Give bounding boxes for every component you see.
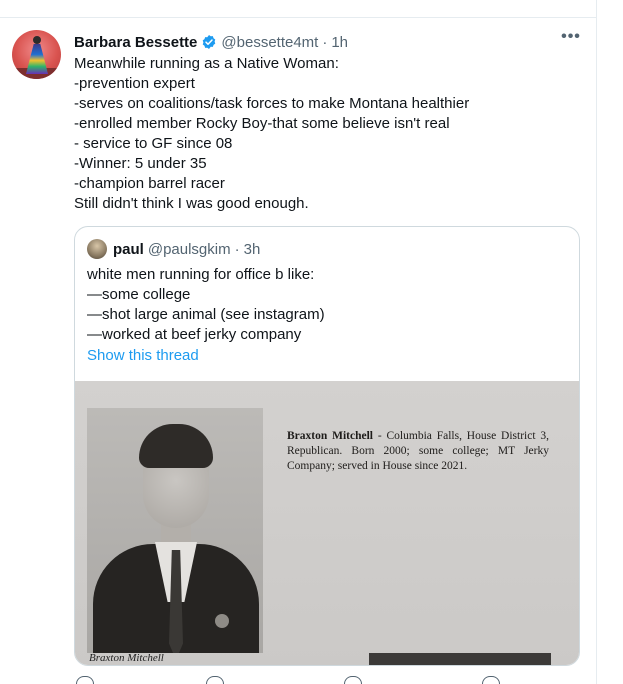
quoted-avatar[interactable] (87, 239, 107, 259)
portrait-label: Braxton Mitchell (89, 652, 164, 664)
show-thread-link[interactable]: Show this thread (87, 347, 199, 364)
divider (0, 17, 597, 18)
attached-photo[interactable]: Braxton Mitchell - Columbia Falls, House… (75, 381, 579, 665)
tweet-actions (74, 676, 514, 684)
quoted-text-line: white men running for office b like: (87, 266, 315, 283)
quoted-tweet-card[interactable]: paul @paulsgkim · 3h white men running f… (74, 226, 580, 666)
separator-dot: · (234, 240, 240, 258)
author-handle[interactable]: @bessette4mt (221, 34, 318, 51)
quoted-text-line: —some college (87, 286, 191, 303)
quoted-tweet-text: white men running for office b like: —so… (87, 265, 567, 345)
quoted-tweet-time[interactable]: 3h (244, 241, 261, 258)
tweet-text: Meanwhile running as a Native Woman: -pr… (74, 54, 584, 214)
like-icon[interactable] (344, 676, 362, 684)
verified-badge-icon (203, 35, 216, 49)
photo-caption: Braxton Mitchell - Columbia Falls, House… (287, 429, 549, 474)
reply-icon[interactable] (76, 676, 94, 684)
separator-dot: · (322, 33, 328, 51)
tweet-header: Barbara Bessette @bessette4mt · 1h (74, 32, 348, 52)
quoted-text-line: —worked at beef jerky company (87, 326, 302, 343)
timeline-column: Barbara Bessette @bessette4mt · 1h ••• M… (0, 0, 597, 684)
tweet-text-line: -Winner: 5 under 35 (74, 155, 207, 172)
tweet-text-line: Still didn't think I was good enough. (74, 195, 309, 212)
tweet-text-line: - service to GF since 08 (74, 135, 233, 152)
tweet-text-line: -prevention expert (74, 75, 195, 92)
tweet-time[interactable]: 1h (331, 34, 348, 51)
quoted-author-name[interactable]: paul (113, 241, 144, 258)
tweet-text-line: -champion barrel racer (74, 175, 225, 192)
author-name[interactable]: Barbara Bessette (74, 34, 197, 51)
tweet-text-line: Meanwhile running as a Native Woman: (74, 55, 339, 72)
share-icon[interactable] (482, 676, 500, 684)
retweet-icon[interactable] (206, 676, 224, 684)
next-portrait-edge (369, 653, 551, 665)
caption-name: Braxton Mitchell (287, 430, 373, 442)
more-horizontal-icon[interactable]: ••• (561, 29, 581, 48)
avatar[interactable] (12, 30, 61, 79)
quoted-tweet-header: paul @paulsgkim · 3h (113, 239, 260, 259)
tweet-text-line: -enrolled member Rocky Boy-that some bel… (74, 115, 450, 132)
portrait-photo (87, 408, 263, 653)
quoted-author-handle[interactable]: @paulsgkim (148, 241, 231, 258)
tweet-text-line: -serves on coalitions/task forces to mak… (74, 95, 470, 112)
quoted-text-line: —shot large animal (see instagram) (87, 306, 325, 323)
